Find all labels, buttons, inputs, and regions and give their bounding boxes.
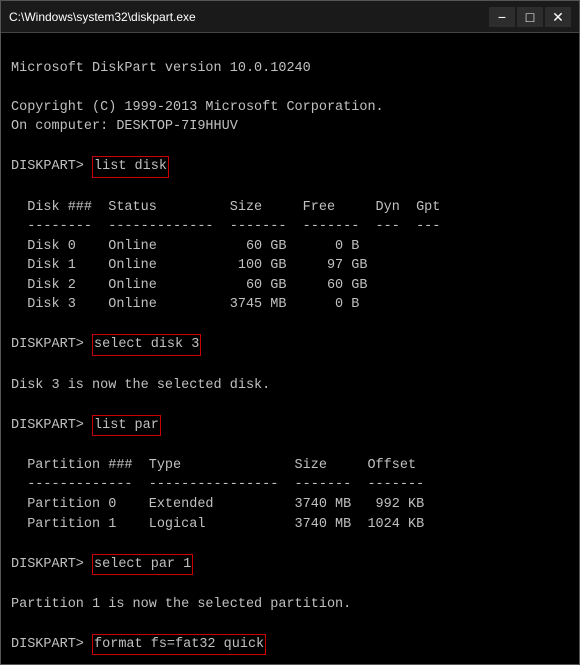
output-line: Partition ### Type Size Offset [11,456,569,476]
window-title: C:\Windows\system32\diskpart.exe [9,10,196,24]
command-text: list disk [92,156,169,178]
output-line: Microsoft DiskPart version 10.0.10240 [11,59,569,79]
output-line: Disk ### Status Size Free Dyn Gpt [11,198,569,218]
output-line: Partition 0 Extended 3740 MB 992 KB [11,495,569,515]
output-line: ------------- ---------------- ------- -… [11,475,569,495]
output-line: Partition 1 Logical 3740 MB 1024 KB [11,515,569,535]
blank-line [11,395,569,415]
prompt-text: DISKPART> [11,635,92,655]
output-line: Disk 3 is now the selected disk. [11,376,569,396]
title-bar: C:\Windows\system32\diskpart.exe − □ ✕ [1,1,579,33]
command-text: select disk 3 [92,334,201,356]
output-line: Copyright (C) 1999-2013 Microsoft Corpor… [11,98,569,118]
command-text: select par 1 [92,554,193,576]
prompt-text: DISKPART> [11,335,92,355]
command-text: format fs=fat32 quick [92,634,266,656]
blank-line [11,137,569,157]
blank-line [11,356,569,376]
command-line: DISKPART> list par [11,415,569,437]
minimize-button[interactable]: − [489,7,515,27]
output-line: Disk 1 Online 100 GB 97 GB [11,256,569,276]
window-controls: − □ ✕ [489,7,571,27]
prompt-text: DISKPART> [11,416,92,436]
blank-line [11,39,569,59]
command-line: DISKPART> select par 1 [11,554,569,576]
command-line: DISKPART> format fs=fat32 quick [11,634,569,656]
blank-line [11,436,569,456]
prompt-text: DISKPART> [11,157,92,177]
console-output: Microsoft DiskPart version 10.0.10240 Co… [1,33,579,664]
output-line: -------- ------------- ------- ------- -… [11,217,569,237]
output-line: Disk 0 Online 60 GB 0 B [11,237,569,257]
blank-line [11,655,569,664]
output-line: On computer: DESKTOP-7I9HHUV [11,117,569,137]
output-line: Partition 1 is now the selected partitio… [11,595,569,615]
blank-line [11,78,569,98]
command-text: list par [92,415,161,437]
prompt-text: DISKPART> [11,555,92,575]
terminal-window: C:\Windows\system32\diskpart.exe − □ ✕ M… [0,0,580,665]
command-line: DISKPART> list disk [11,156,569,178]
close-button[interactable]: ✕ [545,7,571,27]
blank-line [11,178,569,198]
command-line: DISKPART> select disk 3 [11,334,569,356]
output-line: Disk 2 Online 60 GB 60 GB [11,276,569,296]
maximize-button[interactable]: □ [517,7,543,27]
output-line: Disk 3 Online 3745 MB 0 B [11,295,569,315]
blank-line [11,575,569,595]
blank-line [11,315,569,335]
blank-line [11,614,569,634]
blank-line [11,534,569,554]
